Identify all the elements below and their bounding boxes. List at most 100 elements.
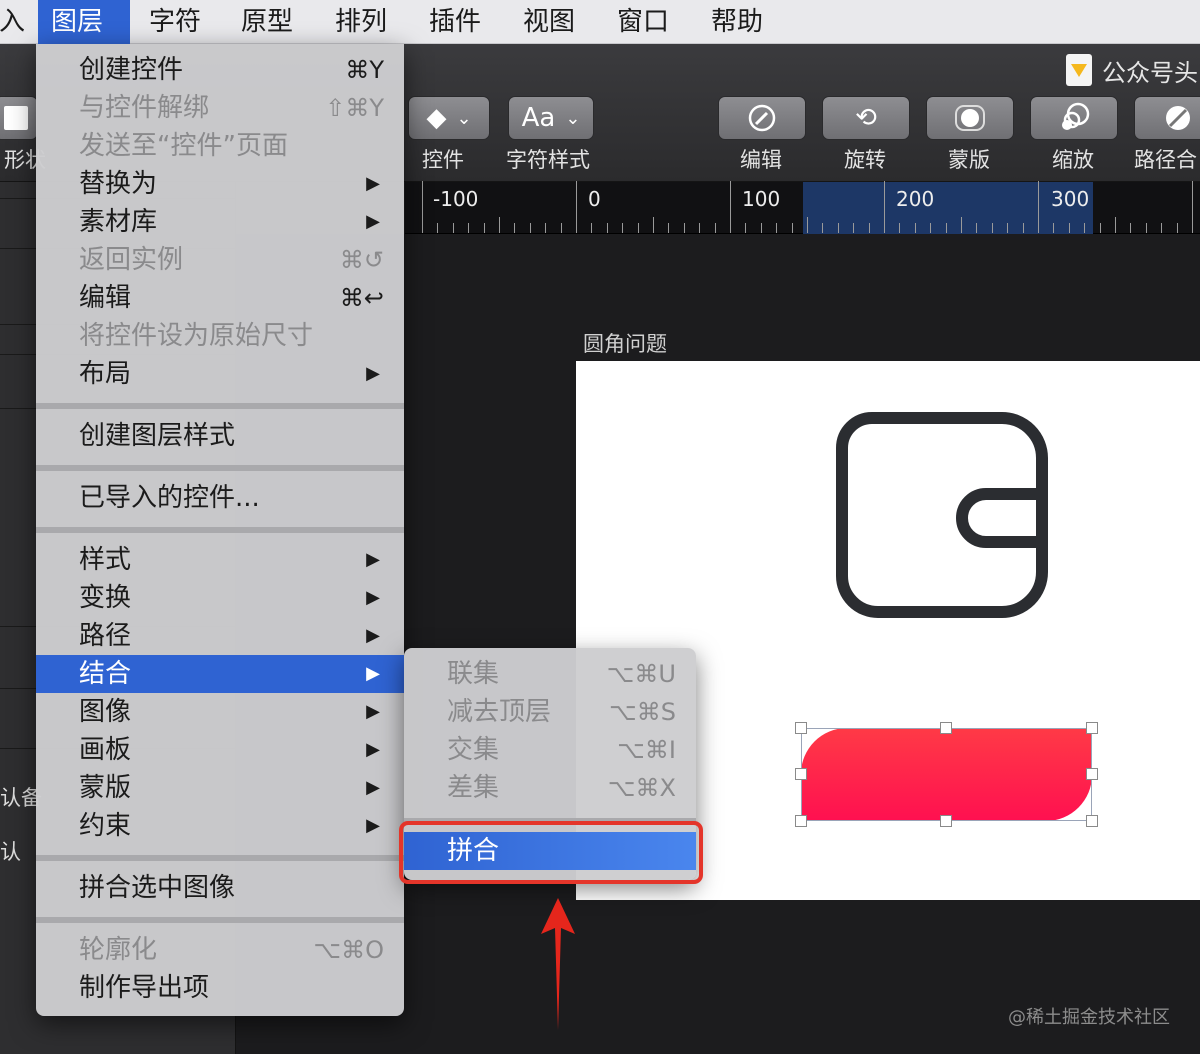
resize-handle[interactable]	[1086, 768, 1098, 780]
edit-button[interactable]	[718, 96, 806, 140]
ruler-tick	[853, 223, 854, 233]
menu-item-shortcut: ⌘↺	[339, 246, 384, 274]
menu-item-image[interactable]: 图像 ▶	[36, 693, 404, 731]
menu-separator	[36, 465, 404, 471]
resize-handle[interactable]	[795, 815, 807, 827]
menu-item-go-to-instance[interactable]: 返回实例 ⌘↺	[36, 241, 404, 279]
path-label: 路径合	[1134, 148, 1197, 172]
ruler-tick	[561, 223, 562, 233]
menu-item-label: 拼合选中图像	[79, 873, 236, 903]
ruler-tick	[961, 217, 962, 233]
menu-item-transform[interactable]: 变换 ▶	[36, 579, 404, 617]
menu-separator	[36, 855, 404, 861]
menu-item-libraries[interactable]: 素材库 ▶	[36, 203, 404, 241]
menu-item-edit[interactable]: 编辑 ⌘↩	[36, 279, 404, 317]
menu-item-create-symbol[interactable]: 创建控件 ⌘Y	[36, 51, 404, 89]
menubar-item-window[interactable]: 窗口	[604, 0, 682, 44]
shape-button[interactable]	[0, 96, 38, 140]
menu-item-combine[interactable]: 结合 ▶	[36, 655, 404, 693]
submenu-arrow-icon: ▶	[366, 663, 380, 684]
resize-handle[interactable]	[1086, 722, 1098, 734]
submenu-item-union[interactable]: 联集 ⌥⌘U	[404, 655, 696, 693]
ruler-label: 0	[588, 187, 601, 211]
path-icon	[1166, 106, 1190, 130]
submenu-item-difference[interactable]: 差集 ⌥⌘X	[404, 769, 696, 807]
menu-item-label: 发送至“控件”页面	[79, 131, 288, 161]
submenu-item-label: 差集	[447, 773, 500, 803]
menu-item-label: 蒙版	[79, 773, 132, 803]
ruler-label: -100	[433, 187, 479, 211]
resize-handle[interactable]	[940, 815, 952, 827]
submenu-arrow-icon: ▶	[366, 777, 380, 798]
submenu-arrow-icon: ▶	[366, 587, 380, 608]
menu-item-label: 布局	[79, 359, 132, 389]
menubar-item-layer[interactable]: 图层	[38, 0, 130, 44]
menu-item-constraints[interactable]: 约束 ▶	[36, 807, 404, 845]
menu-item-detach-symbol[interactable]: 与控件解绑 ⇧⌘Y	[36, 89, 404, 127]
rotate-button[interactable]: ⟲	[822, 96, 910, 140]
resize-handle[interactable]	[795, 722, 807, 734]
submenu-item-shortcut: ⌥⌘I	[617, 736, 676, 764]
resize-handle[interactable]	[940, 722, 952, 734]
menu-item-artboard[interactable]: 画板 ▶	[36, 731, 404, 769]
menu-separator	[36, 527, 404, 533]
menu-item-shortcut: ⇧⌘Y	[325, 94, 384, 122]
menu-item-label: 替换为	[79, 169, 158, 199]
mask-button[interactable]	[926, 96, 1014, 140]
artboard-title[interactable]: 圆角问题	[583, 328, 667, 358]
submenu-arrow-icon: ▶	[366, 739, 380, 760]
ruler-tick	[792, 223, 793, 233]
menubar-item-insert[interactable]: 入	[0, 0, 38, 44]
ruler-tick	[545, 223, 546, 233]
menu-item-style[interactable]: 样式 ▶	[36, 541, 404, 579]
menu-item-imported-symbols[interactable]: 已导入的控件...	[36, 479, 404, 517]
chevron-down-icon: ⌄	[565, 107, 581, 129]
menu-item-replace-with[interactable]: 替换为 ▶	[36, 165, 404, 203]
menu-item-flatten-selection[interactable]: 拼合选中图像	[36, 869, 404, 907]
submenu-item-subtract[interactable]: 减去顶层 ⌥⌘S	[404, 693, 696, 731]
menu-item-send-to-symbols-page[interactable]: 发送至“控件”页面	[36, 127, 404, 165]
submenu-item-intersect[interactable]: 交集 ⌥⌘I	[404, 731, 696, 769]
menu-item-label: 创建图层样式	[79, 421, 236, 451]
ruler-tick	[1038, 181, 1039, 233]
menu-separator	[36, 917, 404, 923]
menubar-item-prototype[interactable]: 原型	[228, 0, 306, 44]
ruler-tick	[607, 223, 608, 233]
menu-item-label: 轮廓化	[79, 935, 158, 965]
ruler-tick	[730, 181, 731, 233]
menubar-item-arrange[interactable]: 排列	[322, 0, 400, 44]
resize-handle[interactable]	[795, 768, 807, 780]
ruler-tick	[453, 223, 454, 233]
square-icon	[4, 106, 28, 130]
ruler-tick	[1100, 223, 1101, 233]
rotate-icon: ⟲	[855, 103, 877, 133]
resize-handle[interactable]	[1086, 815, 1098, 827]
symbol-button[interactable]: ◆ ⌄	[408, 96, 490, 140]
menubar-item-text[interactable]: 字符	[136, 0, 214, 44]
menu-item-create-layer-style[interactable]: 创建图层样式	[36, 417, 404, 455]
submenu-item-shortcut: ⌥⌘U	[606, 660, 676, 688]
watermark: @稀土掘金技术社区	[1008, 1007, 1170, 1028]
ruler-tick	[653, 217, 654, 233]
menu-item-mask[interactable]: 蒙版 ▶	[36, 769, 404, 807]
submenu-arrow-icon: ▶	[366, 173, 380, 194]
menu-item-make-exportable[interactable]: 制作导出项	[36, 969, 404, 1007]
menu-item-path[interactable]: 路径 ▶	[36, 617, 404, 655]
wallet-icon[interactable]	[836, 412, 1050, 618]
text-style-button[interactable]: Aa ⌄	[508, 96, 594, 140]
menu-item-layout[interactable]: 布局 ▶	[36, 355, 404, 393]
scale-button[interactable]	[1030, 96, 1118, 140]
ruler-tick	[468, 223, 469, 233]
edit-pen-icon	[748, 104, 776, 132]
menu-item-outline[interactable]: 轮廓化 ⌥⌘O	[36, 931, 404, 969]
menubar-item-view[interactable]: 视图	[510, 0, 588, 44]
ruler-tick	[992, 223, 993, 233]
menubar-item-plugins[interactable]: 插件	[416, 0, 494, 44]
menubar-item-help[interactable]: 帮助	[698, 0, 776, 44]
menu-item-label: 创建控件	[79, 55, 184, 85]
path-button[interactable]	[1134, 96, 1200, 140]
ruler-label: 100	[742, 187, 781, 211]
menu-item-original-size[interactable]: 将控件设为原始尺寸	[36, 317, 404, 355]
ruler-tick	[1192, 181, 1193, 233]
submenu-arrow-icon: ▶	[366, 363, 380, 384]
